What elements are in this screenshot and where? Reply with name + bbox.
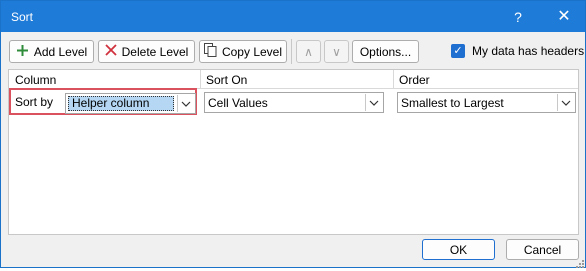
column-select[interactable]: Helper column	[65, 93, 196, 114]
cancel-button[interactable]: Cancel	[506, 239, 579, 260]
close-button[interactable]: ✕	[553, 7, 575, 27]
chevron-down-icon[interactable]	[557, 94, 574, 111]
help-button[interactable]: ?	[507, 7, 529, 27]
column-header-order: Order	[399, 73, 430, 87]
order-select-value: Smallest to Largest	[401, 96, 504, 110]
delete-level-button[interactable]: Delete Level	[98, 40, 195, 63]
chevron-down-icon[interactable]	[365, 94, 382, 111]
delete-x-icon	[105, 44, 117, 59]
add-level-label: Add Level	[33, 44, 88, 59]
header-divider	[200, 70, 201, 88]
sort-on-select[interactable]: Cell Values	[204, 92, 384, 113]
move-up-button[interactable]: ∧	[296, 40, 321, 63]
move-down-button[interactable]: ∨	[324, 40, 349, 63]
chevron-down-icon: ∨	[332, 44, 341, 59]
copy-level-label: Copy Level	[221, 44, 283, 59]
headers-checkbox-label[interactable]: My data has headers	[472, 44, 584, 58]
chevron-down-icon[interactable]	[177, 95, 194, 112]
toolbar-separator	[291, 39, 292, 64]
ok-button[interactable]: OK	[422, 239, 495, 260]
copy-level-button[interactable]: Copy Level	[199, 40, 287, 63]
delete-level-label: Delete Level	[121, 44, 189, 59]
plus-icon	[16, 44, 29, 60]
copy-icon	[203, 43, 217, 60]
header-divider	[393, 70, 394, 88]
window-title: Sort	[11, 10, 34, 24]
headers-checkbox[interactable]: ✓	[451, 44, 465, 58]
column-select-value: Helper column	[68, 96, 174, 111]
sort-by-label: Sort by	[15, 95, 54, 109]
sort-dialog: Sort ? ✕ Add Level Delete Level Copy Lev…	[0, 0, 586, 268]
column-header-column: Column	[15, 73, 57, 87]
sort-on-select-value: Cell Values	[208, 96, 268, 110]
sort-by-row-highlight: Sort by Helper column	[9, 88, 197, 115]
sort-levels-grid: Column Sort On Order Sort by Helper colu…	[8, 69, 579, 235]
add-level-button[interactable]: Add Level	[9, 40, 94, 63]
title-bar: Sort ? ✕	[1, 1, 585, 32]
resize-grip-icon[interactable]	[575, 257, 584, 268]
order-select[interactable]: Smallest to Largest	[397, 92, 576, 113]
options-button[interactable]: Options...	[352, 40, 419, 63]
column-header-sort-on: Sort On	[206, 73, 248, 87]
chevron-up-icon: ∧	[304, 44, 313, 59]
